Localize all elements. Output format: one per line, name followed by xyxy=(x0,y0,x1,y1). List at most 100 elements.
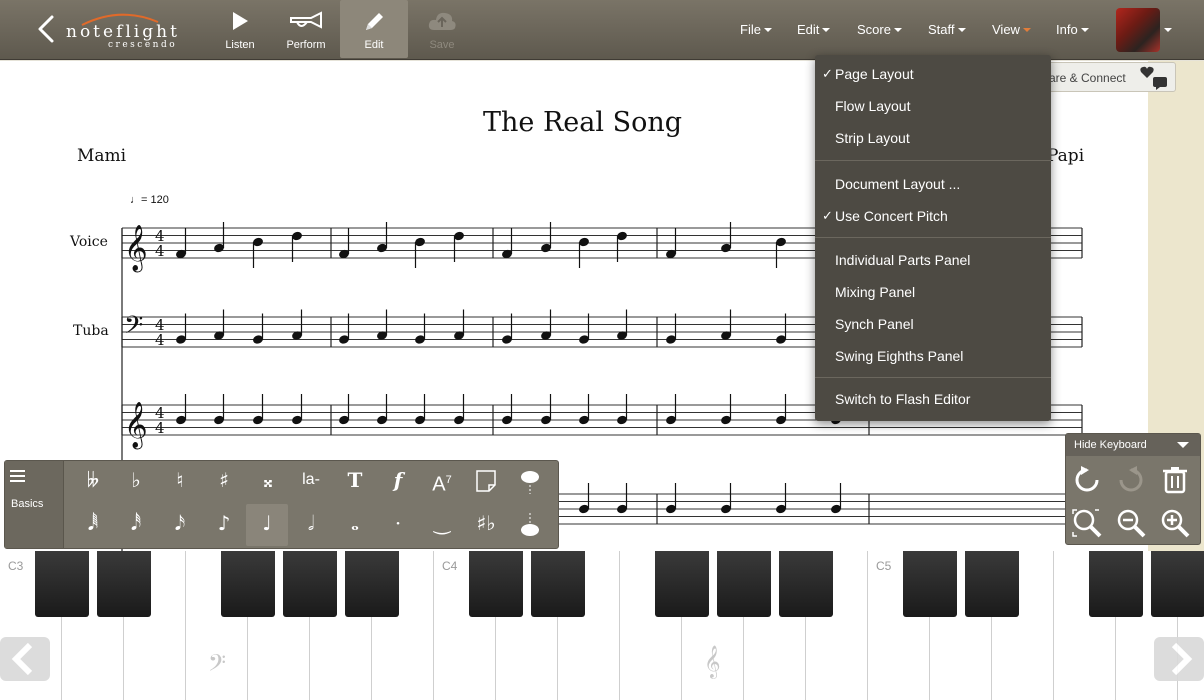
sticky-note-icon xyxy=(476,470,496,492)
perform-button[interactable]: Perform xyxy=(272,0,340,58)
flat-button[interactable]: ♭ xyxy=(116,461,156,503)
view-dropdown-menu: ✓ Page Layout Flow Layout Strip Layout Do… xyxy=(815,55,1051,421)
whole-note-icon: 𝅝 xyxy=(351,511,359,535)
sharp-icon: ♯ xyxy=(219,468,229,492)
undo-icon[interactable] xyxy=(1071,465,1103,495)
chord-symbol-button[interactable]: A7 xyxy=(422,461,462,503)
black-key[interactable] xyxy=(717,551,771,617)
sixtyfourth-note-icon: 𝅘𝅥𝅱 xyxy=(87,511,99,535)
hamburger-menu-icon xyxy=(10,470,25,485)
black-key[interactable] xyxy=(469,551,523,617)
trumpet-icon xyxy=(290,11,322,29)
black-key[interactable] xyxy=(779,551,833,617)
chord-letter: A xyxy=(432,473,446,496)
half-note-button[interactable]: 𝅗𝅥 xyxy=(291,504,331,546)
natural-button[interactable]: ♮ xyxy=(160,461,200,503)
sixtyfourth-note-button[interactable]: 𝅘𝅥𝅱 xyxy=(73,504,113,546)
black-key[interactable] xyxy=(345,551,399,617)
menu-item-label: Swing Eighths Panel xyxy=(835,348,964,364)
trash-icon[interactable] xyxy=(1159,465,1191,495)
note-comment-button[interactable] xyxy=(466,461,506,503)
tie-button[interactable]: ‿ xyxy=(422,504,462,546)
menu-item-swing-eighths-panel[interactable]: Swing Eighths Panel xyxy=(815,340,1051,370)
lyric-button[interactable]: la- xyxy=(291,461,331,503)
hide-keyboard-label: Hide Keyboard xyxy=(1074,439,1147,451)
menu-file[interactable]: File xyxy=(740,22,772,37)
menu-item-page-layout[interactable]: ✓ Page Layout xyxy=(815,58,1051,88)
dot-icon: · xyxy=(394,511,402,535)
notehead-bubble-icon xyxy=(521,471,539,494)
eighth-note-button[interactable]: ♪ xyxy=(204,504,244,546)
text-button[interactable]: T xyxy=(335,461,375,503)
black-key[interactable] xyxy=(221,551,275,617)
treble-clef: 𝄞 xyxy=(124,225,148,273)
quarter-note-button[interactable]: ♩ xyxy=(246,504,288,546)
score-title[interactable]: The Real Song xyxy=(483,107,682,138)
black-key[interactable] xyxy=(1151,551,1204,617)
avatar-chevron-icon[interactable] xyxy=(1164,28,1172,32)
listen-button[interactable]: Listen xyxy=(206,0,274,58)
black-key[interactable] xyxy=(97,551,151,617)
menu-item-mixing-panel[interactable]: Mixing Panel xyxy=(815,276,1051,306)
share-connect-button[interactable]: are & Connect xyxy=(1040,62,1176,92)
menu-item-document-layout[interactable]: Document Layout ... xyxy=(815,168,1051,198)
dynamic-button[interactable]: f xyxy=(378,461,418,503)
time-signature: 4 xyxy=(155,242,165,260)
cloud-upload-icon xyxy=(428,12,456,30)
score-composer-left[interactable]: Mami xyxy=(77,146,126,166)
palette-category-basics[interactable]: Basics xyxy=(5,461,64,548)
menu-edit[interactable]: Edit xyxy=(797,22,831,37)
menu-score[interactable]: Score xyxy=(857,22,902,37)
half-note-icon: 𝅗𝅥 xyxy=(307,511,315,535)
double-flat-button[interactable]: 𝄫 xyxy=(73,461,113,503)
instrument-label-voice[interactable]: Voice xyxy=(70,234,108,250)
menu-view[interactable]: View xyxy=(992,22,1031,37)
menu-staff[interactable]: Staff xyxy=(928,22,966,37)
black-key[interactable] xyxy=(531,551,585,617)
menu-item-flow-layout[interactable]: Flow Layout xyxy=(815,90,1051,120)
instrument-label-tuba[interactable]: Tuba xyxy=(73,323,109,339)
sharp-button[interactable]: ♯ xyxy=(204,461,244,503)
enharmonic-button[interactable]: ♯♭ xyxy=(466,504,506,546)
edit-button[interactable]: Edit xyxy=(340,0,408,58)
time-signature: 4 xyxy=(155,419,165,437)
back-arrow-icon[interactable] xyxy=(34,14,58,44)
avatar[interactable] xyxy=(1116,8,1160,52)
add-voice-button[interactable] xyxy=(510,504,550,546)
double-sharp-button[interactable]: 𝄪 xyxy=(248,461,288,503)
thirtysecond-note-button[interactable]: 𝅘𝅥𝅰 xyxy=(116,504,156,546)
rest-note-toggle-button[interactable] xyxy=(510,461,550,503)
zoom-in-icon[interactable] xyxy=(1159,508,1191,538)
tempo-marking[interactable]: ♩= 120 xyxy=(130,194,169,206)
black-key[interactable] xyxy=(903,551,957,617)
score-composer-right[interactable]: Papi xyxy=(1047,146,1084,166)
zoom-fit-icon[interactable] xyxy=(1071,508,1103,538)
menu-item-label: Use Concert Pitch xyxy=(835,208,948,224)
menu-item-use-concert-pitch[interactable]: ✓ Use Concert Pitch xyxy=(815,200,1051,230)
menu-item-synch-panel[interactable]: Synch Panel xyxy=(815,308,1051,338)
keyboard-scroll-right-button[interactable] xyxy=(1154,637,1204,681)
bass-clef-icon: 𝄢 xyxy=(208,649,227,682)
menu-item-individual-parts-panel[interactable]: Individual Parts Panel xyxy=(815,244,1051,274)
black-key[interactable] xyxy=(965,551,1019,617)
menu-info[interactable]: Info xyxy=(1056,22,1089,37)
enharmonic-icon: ♯♭ xyxy=(476,511,496,535)
menu-item-label: Strip Layout xyxy=(835,130,910,146)
sixteenth-note-button[interactable]: 𝅘𝅥𝅯 xyxy=(160,504,200,546)
dot-button[interactable]: · xyxy=(378,504,418,546)
black-key[interactable] xyxy=(1089,551,1143,617)
save-button[interactable]: Save xyxy=(408,0,476,58)
redo-icon[interactable] xyxy=(1115,465,1147,495)
hide-keyboard-button[interactable]: Hide Keyboard xyxy=(1066,434,1200,456)
zoom-out-icon[interactable] xyxy=(1115,508,1147,538)
black-key[interactable] xyxy=(283,551,337,617)
keyboard-scroll-left-button[interactable] xyxy=(0,637,50,681)
play-icon xyxy=(233,12,248,30)
whole-note-button[interactable]: 𝅝 xyxy=(335,504,375,546)
menu-item-switch-to-flash-editor[interactable]: Switch to Flash Editor xyxy=(815,383,1051,413)
menu-item-strip-layout[interactable]: Strip Layout xyxy=(815,122,1051,152)
listen-label: Listen xyxy=(225,39,255,51)
logo-sub: crescendo xyxy=(108,40,178,50)
black-key[interactable] xyxy=(655,551,709,617)
black-key[interactable] xyxy=(35,551,89,617)
